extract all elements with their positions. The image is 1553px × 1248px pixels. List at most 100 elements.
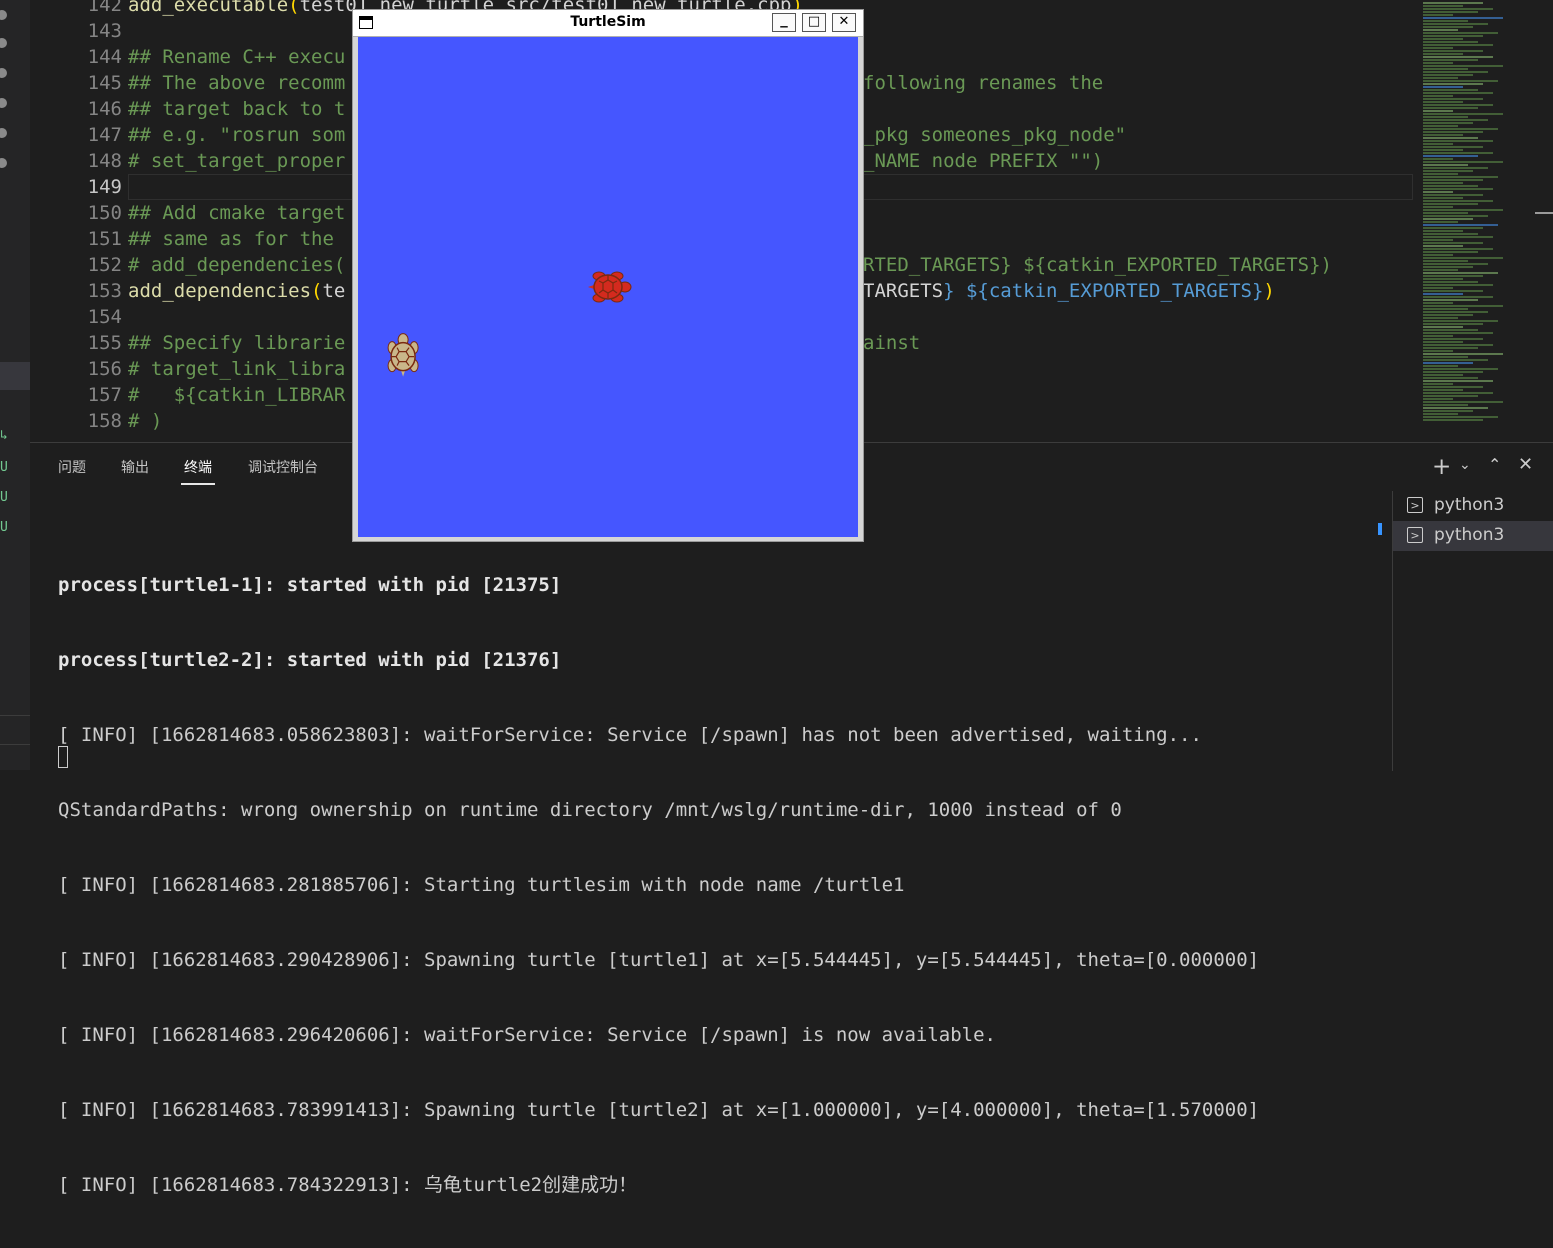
line-number: 158	[60, 408, 122, 434]
minimap-line	[1423, 134, 1463, 136]
minimap-line	[1423, 188, 1493, 190]
tab-terminal[interactable]: 终端	[184, 457, 212, 477]
maximize-button[interactable]: □	[802, 13, 826, 32]
code-line[interactable]: ## Rename C++ execu	[128, 44, 345, 70]
activity-selected-item[interactable]	[0, 362, 30, 390]
terminal-line: [ INFO] [1662814683.290428906]: Spawning…	[58, 948, 1259, 973]
line-number: 155	[60, 330, 122, 356]
terminal-instance[interactable]: > python3	[1393, 491, 1553, 521]
minimap-line	[1423, 170, 1473, 172]
terminal-line: process[turtle2-2]: started with pid [21…	[58, 648, 1259, 673]
minimap-line	[1423, 26, 1473, 28]
minimap-line	[1423, 347, 1478, 349]
terminal-line: [ INFO] [1662814683.058623803]: waitForS…	[58, 723, 1259, 748]
code-line[interactable]: add_dependencies(te	[128, 278, 345, 304]
minimap-line	[1423, 65, 1503, 67]
code-line[interactable]: # add_dependencies(	[128, 252, 345, 278]
status-dot	[0, 158, 7, 168]
minimap-slider[interactable]	[1535, 212, 1553, 214]
minimap-line	[1423, 368, 1498, 370]
minimap-line	[1423, 110, 1453, 112]
minimap-line	[1423, 383, 1453, 385]
minimap-line	[1423, 71, 1488, 73]
code-line[interactable]: ## The above recomm	[128, 70, 345, 96]
minimap-line	[1423, 305, 1503, 307]
code-line[interactable]: # target_link_libra	[128, 356, 345, 382]
minimap-line	[1423, 17, 1503, 19]
code-line-tail[interactable]: RTED_TARGETS} ${catkin_EXPORTED_TARGETS}…	[863, 252, 1332, 278]
terminal-line: [ INFO] [1662814683.296420606]: waitForS…	[58, 1023, 1259, 1048]
minimap-line	[1423, 59, 1478, 61]
code-line-tail[interactable]: ainst	[863, 330, 920, 356]
code-line[interactable]: # ${catkin_LIBRAR	[128, 382, 345, 408]
status-dot	[0, 68, 7, 78]
minimap-line	[1423, 323, 1483, 325]
minimap-line	[1423, 101, 1463, 103]
code-line[interactable]: ## same as for the	[128, 226, 334, 252]
window-titlebar[interactable]: TurtleSim _ □ ✕	[353, 10, 863, 37]
minimap-line	[1423, 104, 1493, 106]
code-line-tail[interactable]: _pkg someones_pkg_node"	[863, 122, 1126, 148]
minimap-line	[1423, 194, 1483, 196]
minimap-line	[1423, 98, 1483, 100]
minimap-line	[1423, 341, 1463, 343]
chevron-down-icon[interactable]: ⌄	[1459, 457, 1471, 473]
minimap-line	[1423, 380, 1493, 382]
minimap-line	[1423, 122, 1473, 124]
close-button[interactable]: ✕	[832, 13, 856, 32]
code-line-tail[interactable]: _NAME node PREFIX "")	[863, 148, 1103, 174]
code-line-tail[interactable]: TARGETS} ${catkin_EXPORTED_TARGETS})	[863, 278, 1275, 304]
minimap-line	[1423, 125, 1458, 127]
untracked-badge: U	[0, 490, 8, 505]
minimap-line	[1423, 356, 1468, 358]
terminal-line: QStandardPaths: wrong ownership on runti…	[58, 798, 1259, 823]
minimize-button[interactable]: _	[772, 13, 796, 32]
code-line[interactable]: # set_target_proper	[128, 148, 345, 174]
tab-output[interactable]: 输出	[121, 457, 149, 477]
minimap-line	[1423, 74, 1473, 76]
minimap-line	[1423, 359, 1488, 361]
code-line[interactable]: ## target back to t	[128, 96, 345, 122]
minimap-line	[1423, 113, 1503, 115]
minimap-line	[1423, 83, 1483, 85]
code-line[interactable]: ## Specify librarie	[128, 330, 345, 356]
minimap-line	[1423, 209, 1503, 211]
maximize-icon: □	[803, 14, 825, 29]
minimap-line	[1423, 413, 1458, 415]
minimap-line	[1423, 233, 1478, 235]
terminal-output[interactable]: process[turtle1-1]: started with pid [21…	[58, 523, 1259, 1248]
turtle-turtle1	[588, 272, 631, 302]
code-line[interactable]: ## Add cmake target	[128, 200, 345, 226]
minimap-line	[1423, 275, 1483, 277]
add-terminal-icon[interactable]: +	[1432, 454, 1451, 480]
minimap-line	[1423, 344, 1493, 346]
minimap-line	[1423, 365, 1458, 367]
minimap-line	[1423, 11, 1478, 13]
minimap-line	[1423, 176, 1498, 178]
tab-debug-console[interactable]: 调试控制台	[248, 457, 318, 477]
code-line[interactable]: # )	[128, 408, 162, 434]
minimap-line	[1423, 377, 1478, 379]
minimap-line	[1423, 266, 1473, 268]
maximize-panel-icon[interactable]: ⌃	[1488, 455, 1501, 474]
minimap-line	[1423, 239, 1453, 241]
tab-problems[interactable]: 问题	[58, 457, 86, 477]
terminal-instance-selected[interactable]: > python3	[1393, 521, 1553, 551]
minimap-line	[1423, 62, 1453, 64]
minimap-line	[1423, 245, 1463, 247]
minimap-line	[1423, 155, 1478, 157]
minimap-line	[1423, 20, 1468, 22]
minimap-line	[1423, 227, 1483, 229]
code-line[interactable]: ## e.g. "rosrun som	[128, 122, 345, 148]
line-number: 147	[60, 122, 122, 148]
close-panel-icon[interactable]: ✕	[1518, 454, 1533, 475]
minimap[interactable]	[1413, 0, 1553, 442]
line-number: 157	[60, 382, 122, 408]
status-dot	[0, 10, 7, 20]
line-number: 142	[60, 0, 122, 18]
turtlesim-window[interactable]: TurtleSim _ □ ✕	[352, 9, 864, 542]
minimap-line	[1423, 371, 1483, 373]
minimap-line	[1423, 191, 1453, 193]
minimap-line	[1423, 329, 1478, 331]
code-line-tail[interactable]: following renames the	[863, 70, 1103, 96]
